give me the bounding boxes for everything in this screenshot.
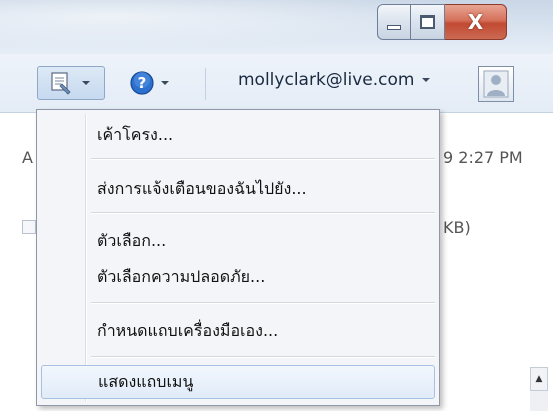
menu-item-label: ส่งการแจ้งเตือนของฉันไปยัง... bbox=[97, 178, 307, 198]
chevron-down-icon bbox=[161, 81, 169, 85]
menu-item-layout[interactable]: เค้าโครง... bbox=[41, 118, 435, 152]
scrollbar-up-button[interactable]: ▲ bbox=[530, 367, 548, 391]
toolbar-separator bbox=[205, 68, 206, 100]
menu-separator bbox=[91, 302, 435, 304]
menu-item-safety-options[interactable]: ตัวเลือกความปลอดภัย... bbox=[41, 260, 435, 294]
menu-separator bbox=[91, 356, 435, 358]
scrollbar-track[interactable] bbox=[530, 391, 548, 411]
maximize-button[interactable] bbox=[411, 4, 445, 40]
tools-menu-icon bbox=[51, 72, 71, 95]
maximize-icon bbox=[420, 15, 435, 29]
message-time-fragment: 9 2:27 PM bbox=[443, 148, 523, 167]
close-icon: X bbox=[467, 10, 484, 34]
menu-item-show-menu-bar[interactable]: แสดงแถบเมนู bbox=[41, 365, 435, 399]
attachment-size-fragment: KB) bbox=[443, 218, 471, 237]
help-icon: ? bbox=[130, 71, 154, 95]
menu-item-label: ตัวเลือกความปลอดภัย... bbox=[97, 266, 266, 286]
chevron-down-icon bbox=[422, 78, 431, 82]
menu-item-label: ตัวเลือก... bbox=[97, 230, 167, 250]
minimize-button[interactable] bbox=[377, 4, 411, 40]
menu-separator bbox=[91, 158, 435, 160]
avatar[interactable] bbox=[478, 66, 514, 102]
svg-text:?: ? bbox=[138, 74, 147, 92]
menu-item-label: กำหนดแถบเครื่องมือเอง... bbox=[97, 320, 279, 340]
help-button[interactable]: ? bbox=[125, 66, 177, 100]
account-menu-button[interactable]: mollyclark@live.com bbox=[238, 70, 431, 90]
account-email: mollyclark@live.com bbox=[238, 70, 415, 90]
menu-item-customize-toolbar[interactable]: กำหนดแถบเครื่องมือเอง... bbox=[41, 314, 435, 348]
menu-separator bbox=[91, 212, 435, 214]
user-avatar-icon bbox=[483, 70, 509, 98]
minimize-icon bbox=[387, 24, 401, 30]
tools-dropdown-menu: เค้าโครง... ส่งการแจ้งเตือนของฉันไปยัง..… bbox=[36, 109, 440, 406]
chevron-down-icon bbox=[82, 81, 90, 85]
menu-item-send-alerts[interactable]: ส่งการแจ้งเตือนของฉันไปยัง... bbox=[41, 172, 435, 206]
toolbar: ? mollyclark@live.com bbox=[0, 54, 553, 113]
menu-item-label: เค้าโครง... bbox=[97, 124, 174, 144]
window-caption-buttons: X bbox=[377, 4, 507, 44]
message-sender-fragment: A bbox=[22, 148, 33, 167]
tools-menu-button[interactable] bbox=[37, 66, 105, 100]
scroll-up-icon: ▲ bbox=[535, 374, 543, 384]
menu-item-options[interactable]: ตัวเลือก... bbox=[41, 224, 435, 258]
close-button[interactable]: X bbox=[445, 4, 507, 40]
menu-item-label: แสดงแถบเมนู bbox=[98, 371, 194, 391]
attachment-icon bbox=[22, 220, 36, 234]
menu-icon-gutter-highlight bbox=[86, 114, 87, 402]
